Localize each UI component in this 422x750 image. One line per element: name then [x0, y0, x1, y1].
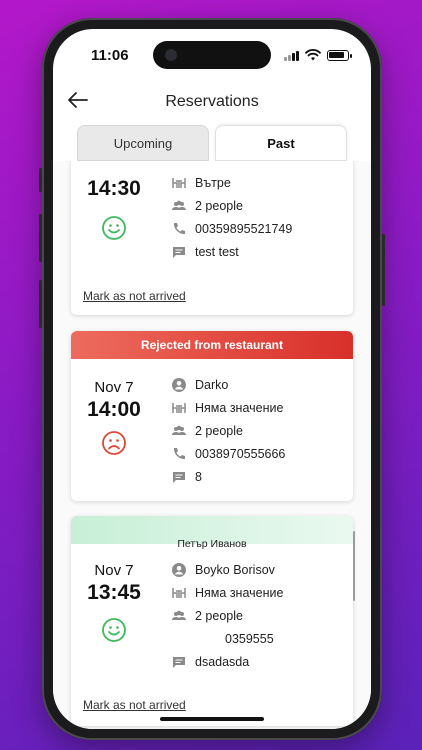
detail-row: 2 people [171, 194, 292, 217]
table-icon [172, 177, 186, 188]
status-bar: 11:06 [53, 29, 371, 79]
detail-text: dsadasda [195, 654, 250, 669]
reservation-date: Nov 7 [94, 562, 134, 579]
reservation-details: Boyko Borisov Няма значение 2 people 035… [171, 558, 283, 673]
guest-name: Петър Иванов [177, 538, 247, 550]
phone-icon [173, 222, 185, 234]
detail-row: 0359555 [171, 627, 283, 650]
screen: 11:06 Reservations Upcoming Past 14:30 В… [53, 29, 371, 729]
reservation-card: Rejected from restaurant Nov 7 14:00 Dar… [71, 331, 353, 501]
user-icon [172, 562, 186, 577]
status-time: 11:06 [91, 47, 129, 64]
tab-past[interactable]: Past [215, 125, 347, 161]
status-banner: Rejected from restaurant [71, 331, 353, 359]
volume-down-button [39, 280, 42, 328]
table-icon [172, 402, 186, 413]
wifi-icon [305, 49, 321, 61]
mark-not-arrived-link[interactable]: Mark as not arrived [83, 698, 186, 712]
battery-icon [327, 49, 352, 61]
dynamic-island [153, 41, 271, 69]
scrollbar[interactable] [353, 531, 355, 601]
detail-text: Няма значение [195, 400, 284, 415]
mark-not-arrived-link[interactable]: Mark as not arrived [83, 289, 186, 303]
comment-icon [173, 656, 185, 668]
reservation-datetime: Nov 7 14:00 [71, 379, 157, 461]
people-icon [172, 610, 186, 620]
reservation-time: 14:00 [87, 398, 141, 421]
app-header: Reservations [53, 81, 371, 121]
phone-icon [171, 631, 187, 647]
detail-row: 2 people [171, 419, 285, 442]
reservation-datetime: Nov 7 13:45 [71, 562, 157, 648]
reservation-details: Вътре 2 people 00359895521749 test test [171, 171, 292, 263]
user-icon [172, 377, 186, 392]
detail-text: 0038970555666 [195, 446, 286, 461]
reservation-time: 13:45 [87, 581, 141, 604]
detail-text: Няма значение [195, 585, 284, 600]
people-icon [172, 200, 186, 210]
detail-row: test test [171, 240, 292, 263]
detail-text: 00359895521749 [195, 221, 293, 236]
sad-face-icon [102, 431, 126, 455]
comment-icon [173, 471, 185, 483]
phone-icon [173, 447, 185, 459]
home-indicator[interactable] [160, 717, 264, 721]
phone-frame: 11:06 Reservations Upcoming Past 14:30 В… [39, 18, 385, 740]
detail-text: 2 people [195, 423, 243, 438]
reservation-list[interactable]: 14:30 Вътре 2 people 00359895521749 test… [53, 161, 371, 729]
reservation-details: Darko Няма значение 2 people 00389705556… [171, 373, 285, 488]
detail-row: Няма значение [171, 396, 285, 419]
detail-text: 0359555 [225, 631, 274, 646]
detail-row: 00359895521749 [171, 217, 292, 240]
tab-bar: Upcoming Past [77, 125, 347, 161]
detail-text: 8 [195, 469, 202, 484]
detail-text: Boyko Borisov [195, 562, 275, 577]
system-icons [284, 49, 352, 61]
reservation-date: Nov 7 [94, 379, 134, 396]
tab-upcoming[interactable]: Upcoming [77, 125, 209, 161]
detail-text: test test [195, 244, 239, 259]
detail-row: Вътре [171, 171, 292, 194]
people-icon [172, 425, 186, 435]
mute-switch [39, 168, 42, 192]
happy-face-icon [102, 216, 126, 240]
detail-row: Boyko Borisov [171, 558, 283, 581]
reservation-card: Петър Иванов Nov 7 13:45 Boyko Borisov Н… [71, 516, 353, 726]
detail-row: Darko [171, 373, 285, 396]
detail-text: Darko [195, 377, 229, 392]
comment-icon [173, 246, 185, 258]
reservation-time: 14:30 [87, 177, 141, 200]
detail-row: 8 [171, 465, 285, 488]
detail-text: 2 people [195, 198, 243, 213]
detail-text: 2 people [195, 608, 243, 623]
detail-row: dsadasda [171, 650, 283, 673]
happy-face-icon [102, 618, 126, 642]
detail-text: Вътре [195, 175, 231, 190]
reservation-datetime: 14:30 [71, 175, 157, 246]
detail-row: 0038970555666 [171, 442, 285, 465]
volume-up-button [39, 214, 42, 262]
table-icon [172, 587, 186, 598]
guest-name-banner: Петър Иванов [71, 516, 353, 550]
reservation-card: 14:30 Вътре 2 people 00359895521749 test… [71, 161, 353, 315]
signal-icon [284, 50, 299, 61]
detail-row: 2 people [171, 604, 283, 627]
page-title: Reservations [165, 93, 259, 110]
detail-row: Няма значение [171, 581, 283, 604]
power-button [382, 234, 385, 306]
